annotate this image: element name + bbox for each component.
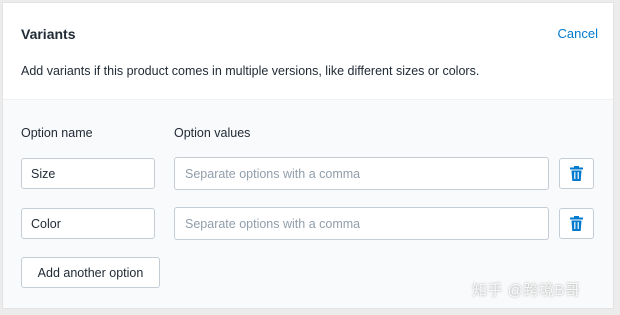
add-another-option-button[interactable]: Add another option [21, 257, 160, 288]
trash-icon [570, 216, 583, 231]
option-name-input-size[interactable] [21, 158, 155, 189]
watermark-text: 知乎 @跨境B哥 [472, 282, 581, 299]
delete-option-button-color[interactable] [559, 208, 594, 239]
option-values-input-size[interactable] [174, 157, 549, 190]
option-values-column-label: Option values [174, 126, 251, 140]
option-name-column-label: Option name [21, 126, 93, 140]
option-name-input-color[interactable] [21, 208, 155, 239]
cancel-link[interactable]: Cancel [558, 26, 598, 41]
section-description: Add variants if this product comes in mu… [21, 64, 480, 78]
delete-option-button-size[interactable] [559, 158, 594, 189]
variants-card: Variants Cancel Add variants if this pro… [2, 2, 614, 309]
options-section: Option name Option values Size Separate … [3, 99, 613, 308]
variants-header: Variants Cancel Add variants if this pro… [3, 3, 613, 99]
option-values-input-color[interactable] [174, 207, 549, 240]
section-title: Variants [21, 26, 76, 42]
trash-icon [570, 166, 583, 181]
